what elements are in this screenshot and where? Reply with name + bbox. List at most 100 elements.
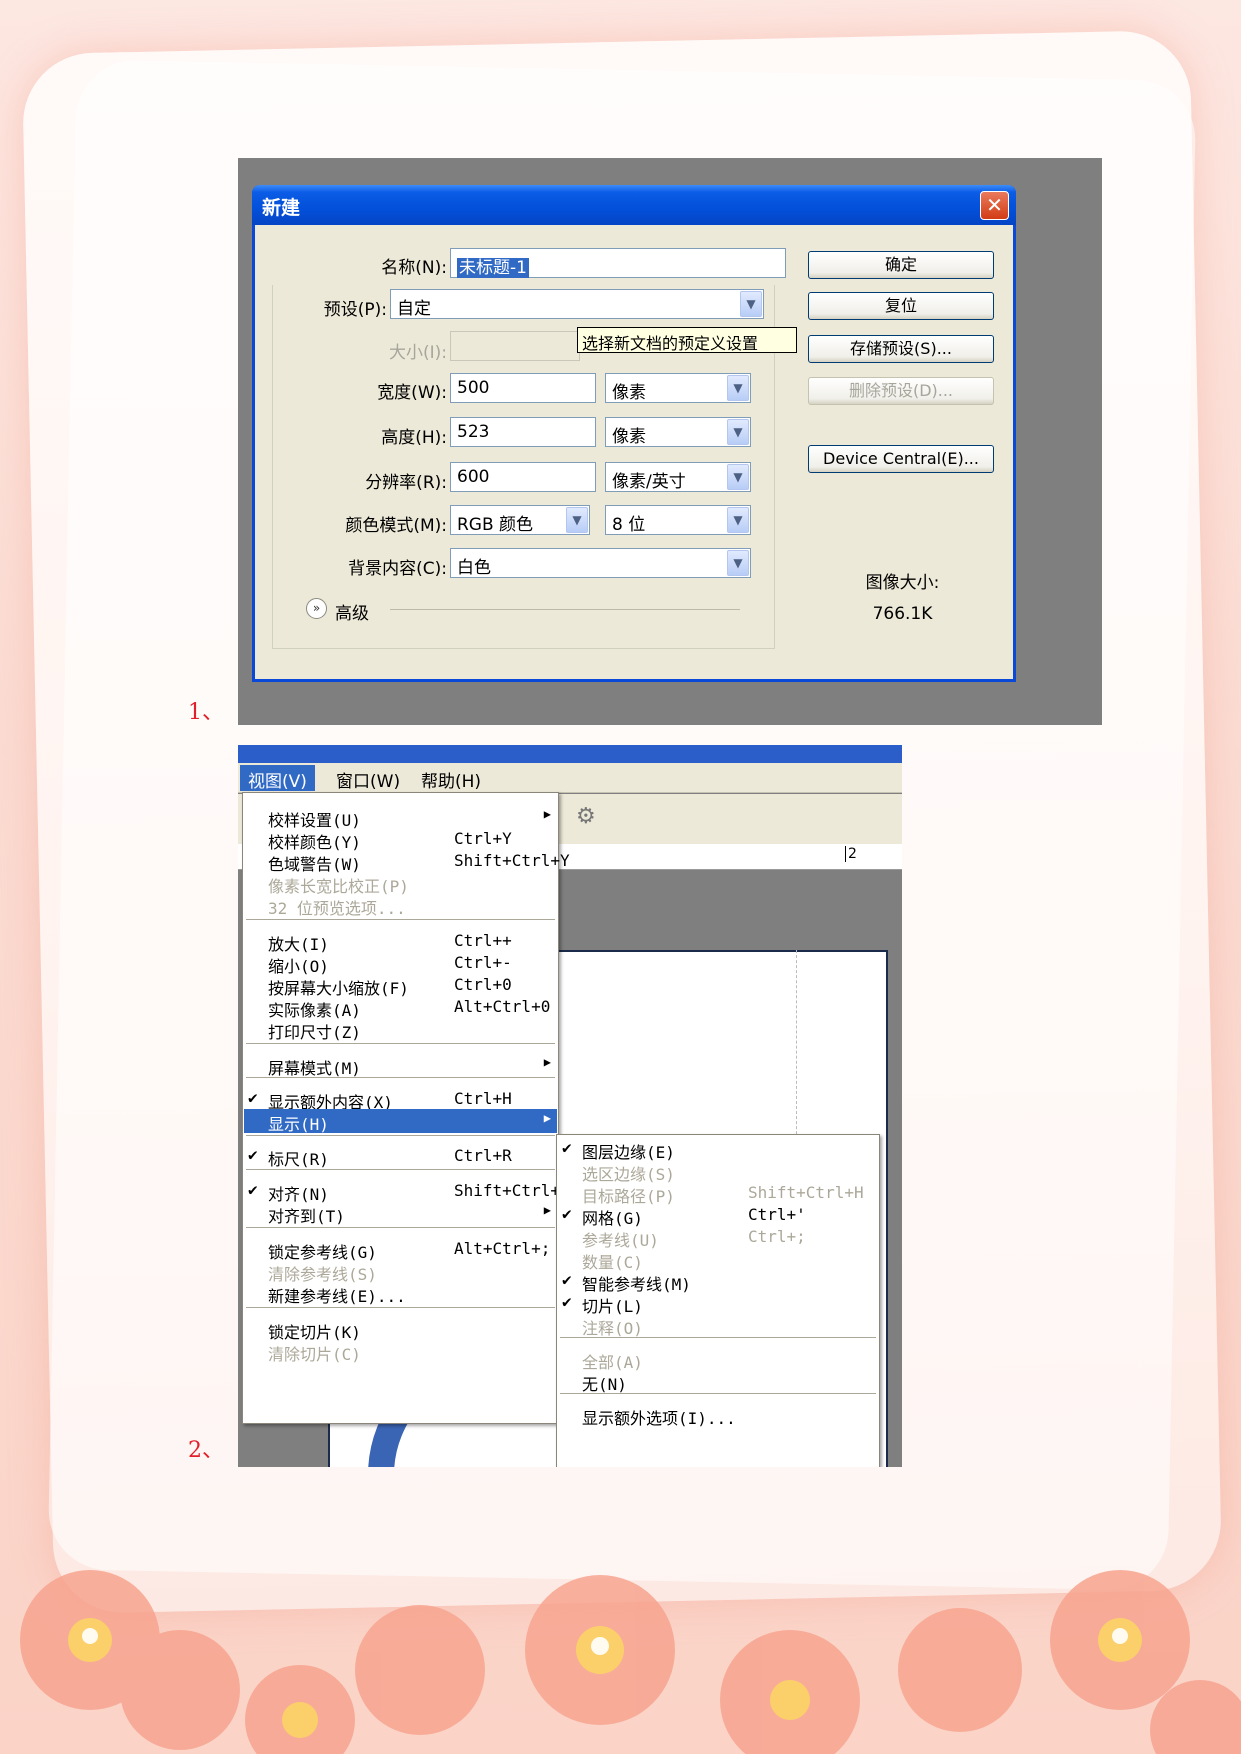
menu-separator [560,1337,876,1338]
menu-help[interactable]: 帮助(H) [413,765,489,792]
show-submenu-item[interactable]: ✔ 切片(L) [558,1291,878,1316]
flower-decoration [20,1570,1241,1754]
view-menu-item[interactable]: 打印尺寸(Z) [244,1017,557,1042]
image-size-label: 图像大小: [865,573,940,593]
menu-bar: 视图(V) 窗口(W) 帮助(H) [238,763,902,793]
advanced-label[interactable]: 高级 [335,599,381,624]
menu-separator [246,1077,555,1078]
menu-separator [246,1135,555,1136]
show-submenu-item[interactable]: ✔ 图层边缘(E) [558,1137,878,1162]
color-mode-select[interactable]: RGB 颜色 ▼ [450,505,590,535]
view-menu-item[interactable]: ✔ 标尺(R) Ctrl+R [244,1144,557,1169]
view-menu-item[interactable]: 锁定切片(K) [244,1317,557,1342]
view-menu-item-label: 屏幕模式(M) [268,1059,361,1078]
show-submenu-item: 选区边缘(S) [558,1159,878,1184]
checkmark-icon: ✔ [248,1180,258,1199]
show-submenu-item: 注释(O) [558,1313,878,1338]
close-icon[interactable]: ✕ [980,191,1009,220]
view-menu-item[interactable]: 校样设置(U) ▶ [244,805,557,830]
size-select [450,331,580,361]
preset-tooltip: 选择新文档的预定义设置 [577,327,797,353]
menu-view[interactable]: 视图(V) [240,765,315,792]
menu-separator [246,1169,555,1170]
view-menu-item[interactable]: 缩小(O) Ctrl+- [244,951,557,976]
bit-depth-select[interactable]: 8 位 ▼ [605,505,751,535]
advanced-divider [390,609,740,610]
view-menu-item[interactable]: 按屏幕大小缩放(F) Ctrl+0 [244,973,557,998]
width-unit-value: 像素 [612,383,646,403]
color-mode-label: 颜色模式(M): [345,516,447,536]
submenu-arrow-icon: ▶ [543,807,551,821]
background-label: 背景内容(C): [348,559,447,579]
color-mode-value: RGB 颜色 [457,515,534,535]
resolution-unit-value: 像素/英寸 [612,472,686,492]
expand-icon[interactable]: » [306,598,327,619]
name-input[interactable]: 未标题-1 [450,248,786,278]
chevron-down-icon[interactable]: ▼ [727,464,749,490]
view-menu-item[interactable]: ✔ 显示额外内容(X) Ctrl+H [244,1087,557,1112]
view-menu-item: 清除切片(C) [244,1339,557,1364]
view-menu-item[interactable]: 实际像素(A) Alt+Ctrl+0 [244,995,557,1020]
tool-icon[interactable]: ⚙ [576,804,596,829]
preset-value: 自定 [397,299,431,319]
image-size-value: 766.1K [872,604,933,624]
view-menu-item-shortcut: Ctrl++ [454,931,512,950]
show-submenu-item-shortcut: Ctrl+' [748,1205,806,1224]
device-central-button[interactable]: Device Central(E)... [808,445,994,473]
ruler-mark: 2 [845,846,857,862]
view-menu-item-shortcut: Ctrl+R [454,1146,512,1165]
width-label: 宽度(W): [377,383,447,403]
view-menu-item-label: 32 位预览选项... [268,899,406,918]
chevron-down-icon[interactable]: ▼ [740,291,762,317]
checkmark-icon: ✔ [248,1145,258,1164]
width-unit-select[interactable]: 像素 ▼ [605,373,751,403]
chevron-down-icon[interactable]: ▼ [727,375,749,401]
view-menu-item-label: 清除切片(C) [268,1345,361,1364]
chevron-down-icon[interactable]: ▼ [727,507,749,533]
chevron-down-icon[interactable]: ▼ [727,550,749,576]
background-value: 白色 [457,558,491,578]
checkmark-icon: ✔ [562,1204,572,1223]
delete-preset-button: 删除预设(D)... [808,377,994,405]
view-menu-item-shortcut: Ctrl+0 [454,975,512,994]
view-menu-item[interactable]: 对齐到(T) ▶ [244,1201,557,1226]
view-menu-item[interactable]: 校样颜色(Y) Ctrl+Y [244,827,557,852]
view-menu-item[interactable]: ✔ 对齐(N) Shift+Ctrl+; [244,1179,570,1204]
chevron-down-icon[interactable]: ▼ [727,419,749,445]
view-menu-item[interactable]: 锁定参考线(G) Alt+Ctrl+; [244,1237,557,1262]
menu-separator [246,919,555,920]
dialog-title: 新建 [262,197,301,219]
view-menu-item[interactable]: 色域警告(W) Shift+Ctrl+Y [244,849,570,874]
show-submenu-item[interactable]: 无(N) [558,1369,878,1394]
view-menu-item-label: 显示(H) [268,1115,329,1134]
preset-select[interactable]: 自定 ▼ [390,289,764,319]
menu-separator [246,1307,555,1308]
reset-button[interactable]: 复位 [808,292,994,320]
height-unit-select[interactable]: 像素 ▼ [605,417,751,447]
ok-button[interactable]: 确定 [808,251,994,279]
show-submenu-item: 数量(C) [558,1247,878,1272]
resolution-input[interactable]: 600 [450,462,596,492]
show-submenu-item[interactable]: ✔ 智能参考线(M) [558,1269,878,1294]
background-select[interactable]: 白色 ▼ [450,548,751,578]
view-menu-item-shortcut: Shift+Ctrl+Y [454,851,570,870]
name-value: 未标题-1 [457,258,529,278]
view-menu-item[interactable]: 放大(I) Ctrl++ [244,929,557,954]
save-preset-button[interactable]: 存储预设(S)... [808,335,994,363]
height-input[interactable]: 523 [450,417,596,447]
view-menu-item[interactable]: 屏幕模式(M) ▶ [244,1053,557,1078]
show-submenu-item[interactable]: 显示额外选项(I)... [558,1403,878,1428]
view-menu-item[interactable]: 新建参考线(E)... [244,1281,557,1306]
show-submenu-item-shortcut: Shift+Ctrl+H [748,1183,864,1202]
menu-window[interactable]: 窗口(W) [328,765,408,792]
show-submenu-item[interactable]: ✔ 网格(G) Ctrl+' [558,1203,878,1228]
chevron-down-icon[interactable]: ▼ [566,507,588,533]
resolution-label: 分辨率(R): [365,473,447,493]
checkmark-icon: ✔ [562,1270,572,1289]
step-label-2: 2、 [188,1438,224,1463]
view-menu-item[interactable]: 显示(H) ▶ [244,1109,557,1134]
resolution-unit-select[interactable]: 像素/英寸 ▼ [605,462,751,492]
show-submenu-item: 目标路径(P) Shift+Ctrl+H [558,1181,878,1206]
menu-separator [560,1393,876,1394]
width-input[interactable]: 500 [450,373,596,403]
